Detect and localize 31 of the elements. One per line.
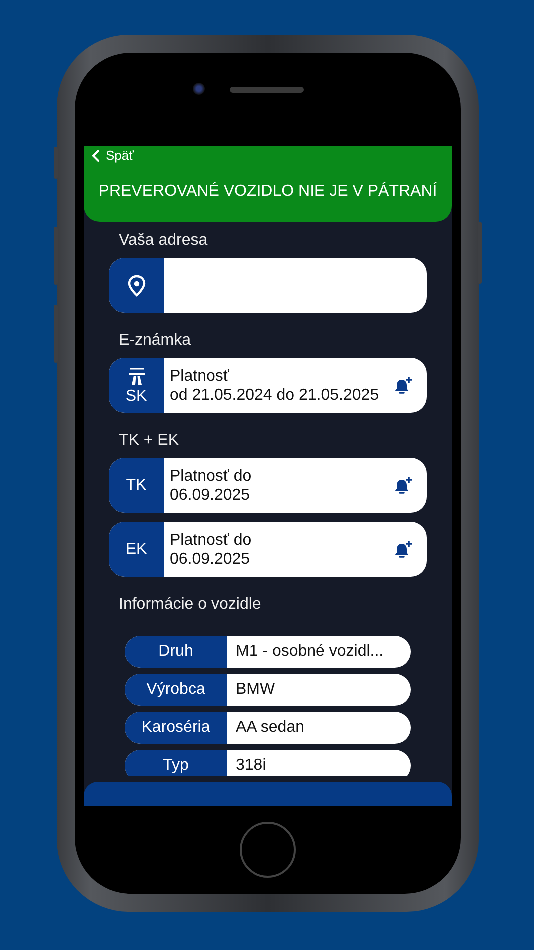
bell-plus-icon bbox=[393, 540, 413, 559]
info-value: AA sedan bbox=[235, 718, 306, 738]
address-field[interactable] bbox=[109, 258, 427, 313]
section-title: TK + EK bbox=[118, 431, 180, 451]
location-pin-icon bbox=[126, 274, 146, 296]
validity-text: Platnosť do 06.09.2025 bbox=[170, 530, 253, 568]
section-title: Vaša adresa bbox=[118, 231, 208, 251]
inspection-code: TK bbox=[126, 476, 147, 494]
info-value: M1 - osobné vozidl... bbox=[235, 642, 385, 662]
add-reminder-button[interactable] bbox=[393, 376, 413, 395]
bell-plus-icon bbox=[393, 376, 413, 395]
bell-plus-icon bbox=[393, 476, 413, 495]
section-title: Informácie o vozidle bbox=[118, 595, 262, 615]
highway-icon bbox=[126, 366, 146, 386]
back-button[interactable]: Späť bbox=[84, 146, 142, 165]
validity-text: Platnosť od 21.05.2024 do 21.05.2025 bbox=[170, 366, 380, 404]
info-label: Karoséria bbox=[125, 712, 227, 744]
add-reminder-button[interactable] bbox=[393, 540, 413, 559]
country-code: SK bbox=[126, 388, 148, 406]
info-value: 318i bbox=[235, 756, 268, 776]
info-value: BMW bbox=[235, 680, 276, 700]
add-reminder-button[interactable] bbox=[393, 476, 413, 495]
info-label: Typ bbox=[125, 750, 227, 776]
section-title: E-známka bbox=[118, 331, 192, 351]
inspection-code: EK bbox=[126, 540, 148, 558]
validity-text: Platnosť do 06.09.2025 bbox=[170, 466, 253, 504]
camera-lens bbox=[193, 83, 205, 95]
info-label: Výrobca bbox=[125, 674, 227, 706]
status-message: PREVEROVANÉ VOZIDLO NIE JE V PÁTRANÍ bbox=[98, 183, 438, 201]
chevron-icon bbox=[92, 150, 100, 162]
info-label: Druh bbox=[125, 636, 227, 668]
